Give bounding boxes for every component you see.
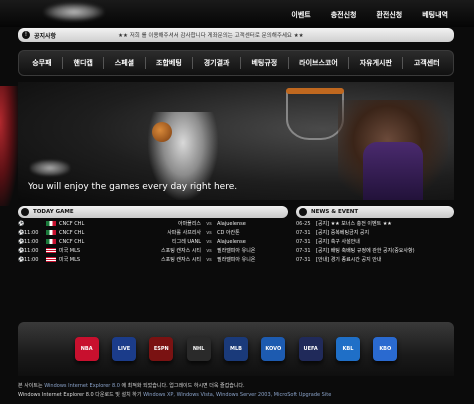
flag-icon: [46, 248, 56, 253]
flag-icon: [46, 221, 56, 226]
nba-logo[interactable]: NBA: [74, 337, 99, 361]
hero-banner: You will enjoy the games every day right…: [18, 82, 454, 200]
top-nav-withdraw[interactable]: 환전신청: [366, 10, 412, 20]
main-menu: 승무패 핸디캡 스페셜 조합베팅 경기결과 베팅규정 라이브스코어 자유게시판 …: [18, 50, 454, 76]
menu-item-special[interactable]: 스페셜: [115, 58, 134, 68]
today-game-title: TODAY GAME: [33, 209, 74, 215]
menu-item-combo-bet[interactable]: 조합베팅: [156, 58, 182, 68]
menu-divider: [62, 57, 64, 69]
top-bar: 이벤트 충전신청 환전신청 베팅내역: [0, 0, 474, 27]
menu-item-win-draw-loss[interactable]: 승무패: [32, 58, 51, 68]
menu-divider: [192, 57, 194, 69]
menu-item-handicap[interactable]: 핸디캡: [74, 58, 93, 68]
flag-icon: [46, 239, 56, 244]
footer-line-2: Windows Internet Explorer 8.0 다운로드 및 설치 …: [18, 392, 332, 398]
notice-icon: !: [22, 31, 30, 39]
notice-ticker[interactable]: ★★ 저희 를 이용해주셔서 감사합니다 게좌문의는 고객센터로 문의해주세요 …: [118, 31, 304, 39]
table-row[interactable]: ⚽ 11:00 CNCF CHL 티그레 UANL vs Alajuelense: [18, 237, 288, 246]
mlb-logo[interactable]: MLB: [223, 337, 248, 361]
espn-logo[interactable]: ESPN: [149, 337, 174, 361]
menu-divider: [287, 57, 289, 69]
menu-item-results[interactable]: 경기결과: [204, 58, 230, 68]
kovo-logo[interactable]: KOVO: [261, 337, 286, 361]
banner-logo: [30, 160, 70, 176]
uefa-logo[interactable]: UEFA: [298, 337, 323, 361]
list-item[interactable]: 06-25 [공지] ★★ 보너스 충전 이벤트 ★★: [296, 219, 454, 228]
flag-icon: [46, 230, 56, 235]
table-row[interactable]: ⚽ 11:00 CNCF CHL 사파롤 사프리사 vs CD 아칸톤: [18, 228, 288, 237]
ie-link[interactable]: Windows Internet Explorer 8.0: [44, 383, 120, 389]
notice-label: 공지사항: [34, 32, 57, 40]
bullet-icon: [21, 208, 29, 216]
footer-line-1: 본 사이트는 Windows Internet Explorer 8.0 에 최…: [18, 383, 245, 389]
basketball-icon: [152, 122, 172, 142]
menu-divider: [348, 57, 350, 69]
menu-item-live-score[interactable]: 라이브스코어: [299, 58, 338, 68]
menu-item-support[interactable]: 고객센터: [414, 58, 440, 68]
windows-links[interactable]: Windows XP, Windows Vista, Windows Serve…: [143, 392, 331, 398]
menu-item-rules[interactable]: 베팅규정: [251, 58, 277, 68]
top-nav-bet-history[interactable]: 베팅내역: [412, 10, 458, 20]
list-item[interactable]: 07-31 [공지] 축구 사설안내: [296, 237, 454, 246]
menu-divider: [103, 57, 105, 69]
league-logo-strip: NBA LIVE ESPN NHL MLB KOVO UEFA KBL KBO: [18, 322, 454, 376]
today-game-header: TODAY GAME: [18, 206, 288, 218]
list-item[interactable]: 07-31 [공지] 중복베팅금지 공지: [296, 228, 454, 237]
news-title: NEWS & EVENT: [311, 209, 359, 215]
flag-icon: [46, 257, 56, 262]
top-nav-event[interactable]: 이벤트: [281, 10, 320, 20]
menu-divider: [239, 57, 241, 69]
menu-divider: [144, 57, 146, 69]
live-logo[interactable]: LIVE: [111, 337, 136, 361]
table-row[interactable]: ⚽ 11:00 미국 MLS 스포팅 캔자스 시티 vs 필라델피아 유니온: [18, 255, 288, 264]
bullet-icon: [299, 208, 307, 216]
soccer-ball-icon: ⚽: [18, 220, 25, 227]
today-game-list: ⚽ CNCF CHL 아마폴리스 vs Alajuelense ⚽ 11:00 …: [18, 219, 288, 264]
table-row[interactable]: ⚽ 11:00 미국 MLS 스포팅 캔자스 시티 vs 필라델피아 유니온: [18, 246, 288, 255]
player-jersey-image: [363, 142, 423, 200]
kbo-logo[interactable]: KBO: [373, 337, 398, 361]
table-row[interactable]: ⚽ CNCF CHL 아마폴리스 vs Alajuelense: [18, 219, 288, 228]
hoop-rim-image: [286, 88, 344, 94]
news-header: NEWS & EVENT: [296, 206, 454, 218]
menu-divider: [402, 57, 404, 69]
list-item[interactable]: 07-31 [안내] 경기 종료시간 공지 안내: [296, 255, 454, 264]
side-decoration: [0, 86, 18, 206]
footer: 본 사이트는 Windows Internet Explorer 8.0 에 최…: [18, 380, 454, 404]
news-list: 06-25 [공지] ★★ 보너스 충전 이벤트 ★★ 07-31 [공지] 중…: [296, 219, 454, 264]
nhl-logo[interactable]: NHL: [186, 337, 211, 361]
top-nav: 이벤트 충전신청 환전신청 베팅내역: [281, 10, 458, 20]
notice-bar: ! 공지사항 ★★ 저희 를 이용해주셔서 감사합니다 게좌문의는 고객센터로 …: [18, 28, 454, 42]
basketball-hoop-image: [286, 88, 344, 140]
kbl-logo[interactable]: KBL: [335, 337, 360, 361]
hero-tagline: You will enjoy the games every day right…: [28, 182, 238, 192]
top-nav-deposit[interactable]: 충전신청: [321, 10, 367, 20]
menu-item-board[interactable]: 자유게시판: [360, 58, 392, 68]
list-item[interactable]: 07-31 [공지] 배팅 축배팅 규정에 관한 공지(중요사항): [296, 246, 454, 255]
site-logo[interactable]: [44, 3, 104, 21]
